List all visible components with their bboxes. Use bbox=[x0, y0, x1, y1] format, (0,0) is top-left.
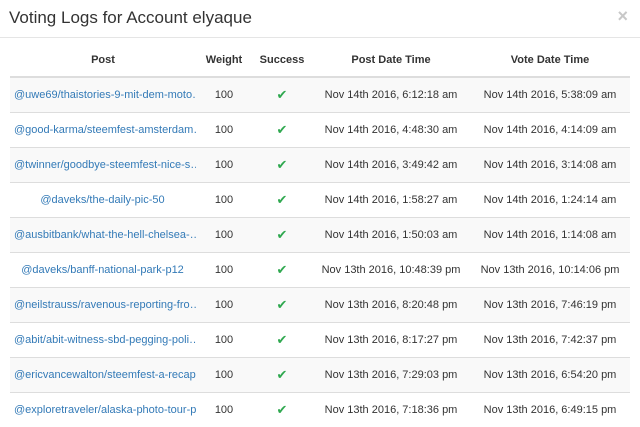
post-link[interactable]: @uwe69/thaistories-9-mit-dem-moto… bbox=[14, 89, 196, 101]
vote-date-cell: Nov 14th 2016, 5:38:09 am bbox=[470, 77, 630, 113]
table-row: @twinner/goodbye-steemfest-nice-s… 100 ✔… bbox=[10, 148, 630, 183]
success-cell: ✔ bbox=[252, 113, 312, 148]
post-link[interactable]: @exploretraveler/alaska-photo-tour-p… bbox=[14, 404, 196, 416]
post-cell: @neilstrauss/ravenous-reporting-fro… bbox=[10, 288, 196, 323]
vote-date-cell: Nov 13th 2016, 7:46:19 pm bbox=[470, 288, 630, 323]
success-cell: ✔ bbox=[252, 77, 312, 113]
vote-date-cell: Nov 14th 2016, 1:14:08 am bbox=[470, 218, 630, 253]
vote-date-cell: Nov 13th 2016, 6:49:15 pm bbox=[470, 393, 630, 427]
success-cell: ✔ bbox=[252, 393, 312, 427]
voting-logs-modal: Voting Logs for Account elyaque × Post W… bbox=[0, 0, 640, 413]
success-cell: ✔ bbox=[252, 323, 312, 358]
modal-title: Voting Logs for Account elyaque bbox=[9, 8, 252, 28]
post-date-cell: Nov 13th 2016, 8:17:27 pm bbox=[312, 323, 470, 358]
weight-cell: 100 bbox=[196, 253, 252, 288]
success-cell: ✔ bbox=[252, 253, 312, 288]
table-row: @daveks/banff-national-park-p12 100 ✔ No… bbox=[10, 253, 630, 288]
close-icon[interactable]: × bbox=[617, 6, 628, 26]
success-cell: ✔ bbox=[252, 148, 312, 183]
post-date-cell: Nov 13th 2016, 8:20:48 pm bbox=[312, 288, 470, 323]
table-row: @exploretraveler/alaska-photo-tour-p… 10… bbox=[10, 393, 630, 427]
post-link[interactable]: @twinner/goodbye-steemfest-nice-s… bbox=[14, 159, 196, 171]
post-link[interactable]: @ausbitbank/what-the-hell-chelsea-… bbox=[14, 229, 196, 241]
table-row: @good-karma/steemfest-amsterdam… 100 ✔ N… bbox=[10, 113, 630, 148]
vote-date-cell: Nov 13th 2016, 10:14:06 pm bbox=[470, 253, 630, 288]
vote-date-cell: Nov 14th 2016, 4:14:09 am bbox=[470, 113, 630, 148]
check-icon: ✔ bbox=[277, 87, 288, 102]
weight-cell: 100 bbox=[196, 77, 252, 113]
post-cell: @daveks/banff-national-park-p12 bbox=[10, 253, 196, 288]
check-icon: ✔ bbox=[277, 227, 288, 242]
post-cell: @daveks/the-daily-pic-50 bbox=[10, 183, 196, 218]
post-date-cell: Nov 14th 2016, 3:49:42 am bbox=[312, 148, 470, 183]
success-cell: ✔ bbox=[252, 288, 312, 323]
table-row: @ausbitbank/what-the-hell-chelsea-… 100 … bbox=[10, 218, 630, 253]
post-cell: @uwe69/thaistories-9-mit-dem-moto… bbox=[10, 77, 196, 113]
column-header-post-date: Post Date Time bbox=[312, 44, 470, 77]
check-icon: ✔ bbox=[277, 192, 288, 207]
post-date-cell: Nov 13th 2016, 10:48:39 pm bbox=[312, 253, 470, 288]
check-icon: ✔ bbox=[277, 157, 288, 172]
post-link[interactable]: @daveks/banff-national-park-p12 bbox=[21, 264, 184, 276]
post-date-cell: Nov 13th 2016, 7:18:36 pm bbox=[312, 393, 470, 427]
column-header-success: Success bbox=[252, 44, 312, 77]
post-cell: @ericvancewalton/steemfest-a-recap… bbox=[10, 358, 196, 393]
table-row: @ericvancewalton/steemfest-a-recap… 100 … bbox=[10, 358, 630, 393]
vote-date-cell: Nov 14th 2016, 1:24:14 am bbox=[470, 183, 630, 218]
check-icon: ✔ bbox=[277, 262, 288, 277]
weight-cell: 100 bbox=[196, 218, 252, 253]
voting-logs-table: Post Weight Success Post Date Time Vote … bbox=[10, 44, 630, 427]
post-date-cell: Nov 14th 2016, 1:58:27 am bbox=[312, 183, 470, 218]
weight-cell: 100 bbox=[196, 323, 252, 358]
post-cell: @good-karma/steemfest-amsterdam… bbox=[10, 113, 196, 148]
weight-cell: 100 bbox=[196, 288, 252, 323]
success-cell: ✔ bbox=[252, 358, 312, 393]
weight-cell: 100 bbox=[196, 358, 252, 393]
weight-cell: 100 bbox=[196, 393, 252, 427]
table-row: @neilstrauss/ravenous-reporting-fro… 100… bbox=[10, 288, 630, 323]
weight-cell: 100 bbox=[196, 113, 252, 148]
post-cell: @exploretraveler/alaska-photo-tour-p… bbox=[10, 393, 196, 427]
post-link[interactable]: @neilstrauss/ravenous-reporting-fro… bbox=[14, 299, 196, 311]
modal-header: Voting Logs for Account elyaque × bbox=[0, 0, 640, 38]
table-row: @abit/abit-witness-sbd-pegging-poli… 100… bbox=[10, 323, 630, 358]
post-date-cell: Nov 14th 2016, 4:48:30 am bbox=[312, 113, 470, 148]
success-cell: ✔ bbox=[252, 218, 312, 253]
post-cell: @ausbitbank/what-the-hell-chelsea-… bbox=[10, 218, 196, 253]
post-cell: @twinner/goodbye-steemfest-nice-s… bbox=[10, 148, 196, 183]
post-link[interactable]: @good-karma/steemfest-amsterdam… bbox=[14, 124, 196, 136]
check-icon: ✔ bbox=[277, 402, 288, 417]
check-icon: ✔ bbox=[277, 367, 288, 382]
post-link[interactable]: @daveks/the-daily-pic-50 bbox=[40, 194, 164, 206]
column-header-post: Post bbox=[10, 44, 196, 77]
post-date-cell: Nov 13th 2016, 7:29:03 pm bbox=[312, 358, 470, 393]
post-link[interactable]: @abit/abit-witness-sbd-pegging-poli… bbox=[14, 334, 196, 346]
post-date-cell: Nov 14th 2016, 1:50:03 am bbox=[312, 218, 470, 253]
post-link[interactable]: @ericvancewalton/steemfest-a-recap… bbox=[14, 369, 196, 381]
post-date-cell: Nov 14th 2016, 6:12:18 am bbox=[312, 77, 470, 113]
vote-date-cell: Nov 13th 2016, 6:54:20 pm bbox=[470, 358, 630, 393]
table-row: @daveks/the-daily-pic-50 100 ✔ Nov 14th … bbox=[10, 183, 630, 218]
vote-date-cell: Nov 13th 2016, 7:42:37 pm bbox=[470, 323, 630, 358]
column-header-weight: Weight bbox=[196, 44, 252, 77]
weight-cell: 100 bbox=[196, 183, 252, 218]
table-header-row: Post Weight Success Post Date Time Vote … bbox=[10, 44, 630, 77]
post-cell: @abit/abit-witness-sbd-pegging-poli… bbox=[10, 323, 196, 358]
check-icon: ✔ bbox=[277, 122, 288, 137]
vote-date-cell: Nov 14th 2016, 3:14:08 am bbox=[470, 148, 630, 183]
table-row: @uwe69/thaistories-9-mit-dem-moto… 100 ✔… bbox=[10, 77, 630, 113]
check-icon: ✔ bbox=[277, 297, 288, 312]
column-header-vote-date: Vote Date Time bbox=[470, 44, 630, 77]
check-icon: ✔ bbox=[277, 332, 288, 347]
success-cell: ✔ bbox=[252, 183, 312, 218]
weight-cell: 100 bbox=[196, 148, 252, 183]
